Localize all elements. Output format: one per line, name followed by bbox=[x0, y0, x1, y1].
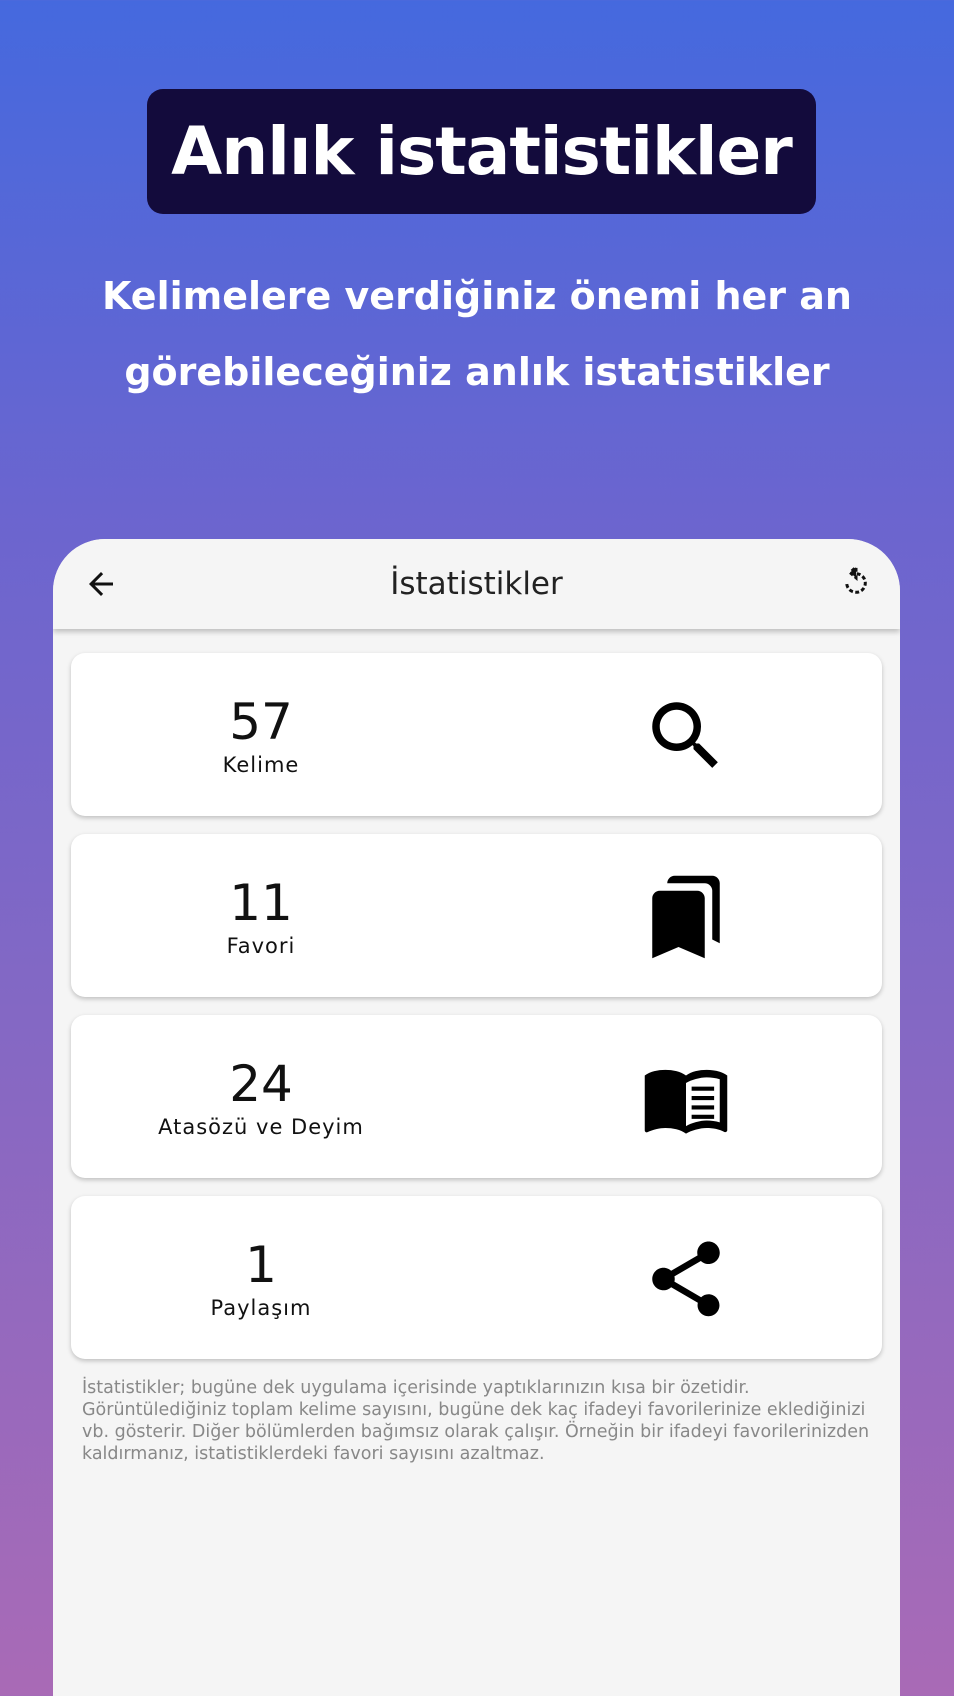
phone-screen: İstatistikler 57 Kelime 11 Favori 24 Ata… bbox=[53, 539, 900, 1696]
share-icon bbox=[652, 1241, 720, 1317]
stat-label: Favori bbox=[226, 933, 296, 958]
back-button[interactable] bbox=[83, 566, 119, 602]
search-icon bbox=[652, 702, 718, 768]
stat-card-shares[interactable]: 1 Paylaşım bbox=[71, 1196, 882, 1359]
page-title: İstatistikler bbox=[390, 566, 563, 602]
stat-value: 11 bbox=[229, 873, 293, 932]
stat-text: 57 Kelime bbox=[131, 653, 391, 816]
promo-title: Anlık istatistikler bbox=[171, 113, 793, 190]
info-text: İstatistikler; bugüne dek uygulama içeri… bbox=[82, 1378, 870, 1464]
stat-text: 24 Atasözü ve Deyim bbox=[131, 1015, 391, 1178]
stat-text: 1 Paylaşım bbox=[131, 1196, 391, 1359]
promo-subtitle-line-1: Kelimelere verdiğiniz önemi her an bbox=[102, 274, 852, 318]
stat-card-proverbs[interactable]: 24 Atasözü ve Deyim bbox=[71, 1015, 882, 1178]
stat-card-favorites[interactable]: 11 Favori bbox=[71, 834, 882, 997]
stat-label: Kelime bbox=[222, 752, 300, 777]
promo-subtitle-line-2: görebileceğiniz anlık istatistikler bbox=[124, 350, 830, 394]
arrow-back-icon bbox=[89, 572, 113, 596]
stat-label: Atasözü ve Deyim bbox=[158, 1114, 364, 1139]
stat-card-words[interactable]: 57 Kelime bbox=[71, 653, 882, 816]
app-bar: İstatistikler bbox=[53, 539, 900, 629]
promo-subtitle: Kelimelere verdiğiniz önemi her an göreb… bbox=[40, 258, 914, 410]
restart-icon bbox=[845, 563, 867, 594]
bookmarks-icon bbox=[652, 875, 720, 959]
stat-value: 57 bbox=[229, 692, 293, 751]
reset-button[interactable] bbox=[838, 563, 874, 601]
stat-value: 1 bbox=[245, 1235, 277, 1294]
promo-title-box: Anlık istatistikler bbox=[147, 89, 816, 214]
stat-text: 11 Favori bbox=[131, 834, 391, 997]
stat-label: Paylaşım bbox=[210, 1295, 312, 1320]
open-book-icon bbox=[644, 1069, 728, 1134]
stat-value: 24 bbox=[229, 1054, 293, 1113]
